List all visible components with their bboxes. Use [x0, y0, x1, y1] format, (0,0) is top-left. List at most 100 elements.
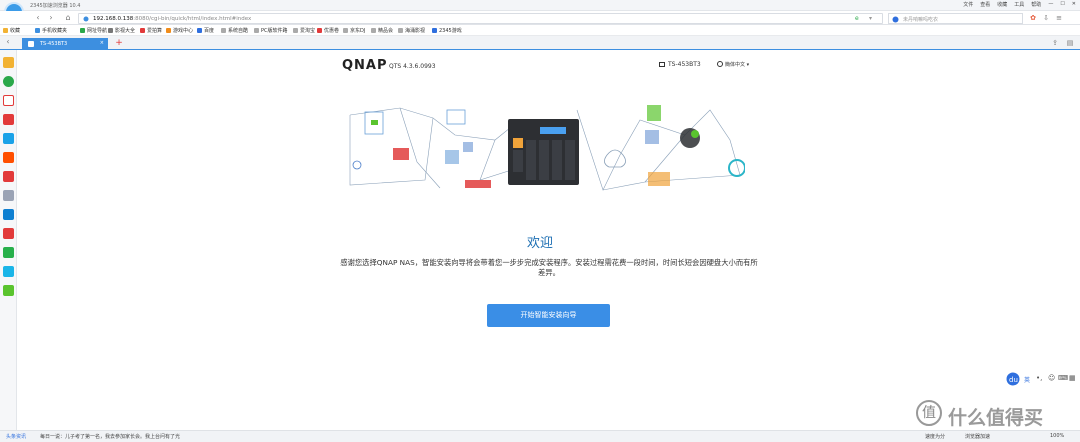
bookmark-aipai[interactable]: 爱拍算	[140, 27, 162, 34]
tab-scroll-left-icon[interactable]: ‹	[3, 37, 13, 47]
menu-help[interactable]: 帮助	[1031, 1, 1041, 8]
globe-icon	[717, 61, 723, 67]
bookmark-label: 爱拍算	[147, 28, 163, 34]
ime-toolbar: du 英 •, ☺ ⌨ ▦	[1006, 372, 1078, 386]
url-dropdown-icon[interactable]: ▾	[869, 15, 872, 22]
compat-mode-icon[interactable]: e	[855, 15, 859, 22]
bookmark-baidu[interactable]: 百度	[197, 27, 214, 34]
game-controller-icon[interactable]	[3, 190, 14, 201]
chat-icon[interactable]	[3, 133, 14, 144]
bookmark-label: 网址导航	[87, 28, 108, 34]
history-clock-icon[interactable]	[3, 76, 14, 87]
bookmark-2345-games[interactable]: 2345游戏	[432, 27, 462, 34]
bookmark-label: 游戏中心	[173, 28, 194, 34]
ime-punctuation-icon[interactable]: •,	[1036, 374, 1042, 382]
news-ticker[interactable]: 每日一说：儿子考了第一名，我去参加家长会。我上台问有了光	[40, 433, 180, 440]
bookmark-jd[interactable]: 京东DJ	[343, 27, 365, 34]
baidu-ime-icon[interactable]: du	[1006, 372, 1020, 386]
ime-emoji-icon[interactable]: ☺	[1048, 374, 1055, 382]
search-placeholder: 未丹响嘛吗吃衣	[903, 17, 939, 23]
watermark-text: 什么值得买	[948, 407, 1044, 429]
bookmark-label: 海涌影视	[405, 28, 426, 34]
qnap-logo: QNAP	[342, 58, 388, 73]
video-icon[interactable]	[3, 209, 14, 220]
maximize-icon[interactable]: ☐	[1060, 1, 1064, 8]
toutiao-icon[interactable]	[3, 114, 14, 125]
bookmark-pc-software[interactable]: PC版软件路	[254, 27, 288, 34]
zoom-level[interactable]: 100%	[1050, 433, 1064, 439]
welcome-heading: 欢迎	[526, 236, 553, 251]
bookmark-label: 手机收藏夹	[42, 28, 68, 34]
nas-model: TS-453BT3	[659, 61, 701, 68]
extension-icon[interactable]: ✿	[1028, 13, 1038, 23]
bookmark-label: 百度	[204, 28, 215, 34]
site-security-icon	[83, 16, 89, 22]
back-icon[interactable]: ‹	[33, 13, 43, 23]
iqiyi-icon[interactable]	[3, 285, 14, 296]
address-bar-row: ‹ › ⌂ 192.168.0.138:8080/cgi-bin/quick/h…	[0, 11, 1080, 25]
tab-bar: ‹ TS-453BT3 × + ⇪ ▤	[0, 36, 1080, 50]
calendar-icon[interactable]	[3, 95, 14, 106]
bookmark-label: 爱淘宝	[300, 28, 316, 34]
tab-list-icon[interactable]: ▤	[1065, 38, 1075, 48]
menu-tools[interactable]: 工具	[1014, 1, 1024, 8]
home-icon[interactable]: ⌂	[63, 13, 73, 23]
download-speed[interactable]: 速度为分	[925, 433, 945, 440]
bookmark-movies[interactable]: 海涌影视	[398, 27, 425, 34]
ime-keyboard-icon[interactable]: ⌨	[1058, 374, 1068, 382]
language-selector[interactable]: 簡体中文 ▾	[717, 61, 749, 68]
favorites-star-icon[interactable]	[3, 57, 14, 68]
nas-device-icon	[508, 119, 579, 185]
bookmark-label: 收藏	[10, 28, 21, 34]
menu-favorites[interactable]: 收藏	[997, 1, 1007, 8]
welcome-description: 感谢您选择QNAP NAS，智能安装向导将会带着您一步步完成安装程序。安装过程需…	[340, 258, 758, 277]
search-engine-icon	[892, 16, 899, 23]
tab-ts453bt3[interactable]: TS-453BT3 ×	[22, 38, 108, 50]
bookmark-label: 系统自酷	[228, 28, 249, 34]
bookmark-taobao[interactable]: 爱淘宝	[293, 27, 315, 34]
search-input[interactable]: 未丹响嘛吗吃衣	[888, 13, 1023, 24]
bookmark-label: 影视大全	[115, 28, 136, 34]
ime-language[interactable]: 英	[1024, 375, 1030, 384]
language-label: 簡体中文	[725, 62, 746, 68]
download-icon[interactable]: ⇩	[1041, 13, 1051, 23]
dot-clusters	[352, 109, 491, 188]
bookmark-label: 精品会	[378, 28, 394, 34]
taobao-icon[interactable]	[3, 152, 14, 163]
close-icon[interactable]: ✕	[1072, 1, 1076, 8]
bookmark-mobile[interactable]: 手机收藏夹	[35, 27, 67, 34]
bookmark-coupon[interactable]: 优惠卷	[317, 27, 339, 34]
bookmark-games[interactable]: 游戏中心	[166, 27, 193, 34]
browser-title-bar: 2345加速浏览器 10.4 文件 查看 收藏 工具 帮助 — ☐ ✕	[0, 0, 1080, 11]
browser-menu: 文件 查看 收藏 工具 帮助 — ☐ ✕	[963, 1, 1076, 8]
svg-text:du: du	[1009, 376, 1018, 384]
url-host: 192.168.0.138	[93, 16, 134, 22]
new-tab-icon[interactable]: +	[114, 38, 124, 48]
tab-close-icon[interactable]: ×	[100, 40, 104, 46]
minimize-icon[interactable]: —	[1048, 1, 1053, 8]
tab-label: TS-453BT3	[40, 41, 68, 47]
settings-menu-icon[interactable]: ≡	[1054, 13, 1064, 23]
forward-icon[interactable]: ›	[46, 13, 56, 23]
nas-model-label: TS-453BT3	[668, 61, 701, 68]
news-link[interactable]: 头条资讯	[6, 433, 26, 440]
ime-menu-icon[interactable]: ▦	[1069, 374, 1076, 382]
chevron-down-icon: ▾	[746, 62, 750, 68]
menu-view[interactable]: 查看	[980, 1, 990, 8]
menu-file[interactable]: 文件	[963, 1, 973, 8]
bookmark-favorites[interactable]: 收藏	[3, 27, 20, 34]
nas-network-illustration	[349, 105, 745, 191]
url-input[interactable]: 192.168.0.138:8080/cgi-bin/quick/html/in…	[78, 13, 883, 24]
shopping-icon[interactable]	[3, 171, 14, 182]
bookmark-label: 2345游戏	[439, 28, 462, 34]
watermark: 值 什么值得买	[916, 400, 1076, 430]
bookmark-nav[interactable]: 网址导航	[80, 27, 107, 34]
bookmark-premium[interactable]: 精品会	[371, 27, 393, 34]
tv-icon[interactable]	[3, 266, 14, 277]
browser-accelerate[interactable]: 浏览器加速	[965, 433, 990, 440]
bookmark-video[interactable]: 影视大全	[108, 27, 135, 34]
bookmarks-bar: 收藏 手机收藏夹 网址导航 影视大全 爱拍算 游戏中心 百度 系统自酷 PC版软…	[0, 25, 1080, 36]
bookmark-system[interactable]: 系统自酷	[221, 27, 248, 34]
start-smart-installation-button[interactable]: 开始智能安装向导	[487, 304, 610, 327]
share-icon[interactable]: ⇪	[1050, 38, 1060, 48]
